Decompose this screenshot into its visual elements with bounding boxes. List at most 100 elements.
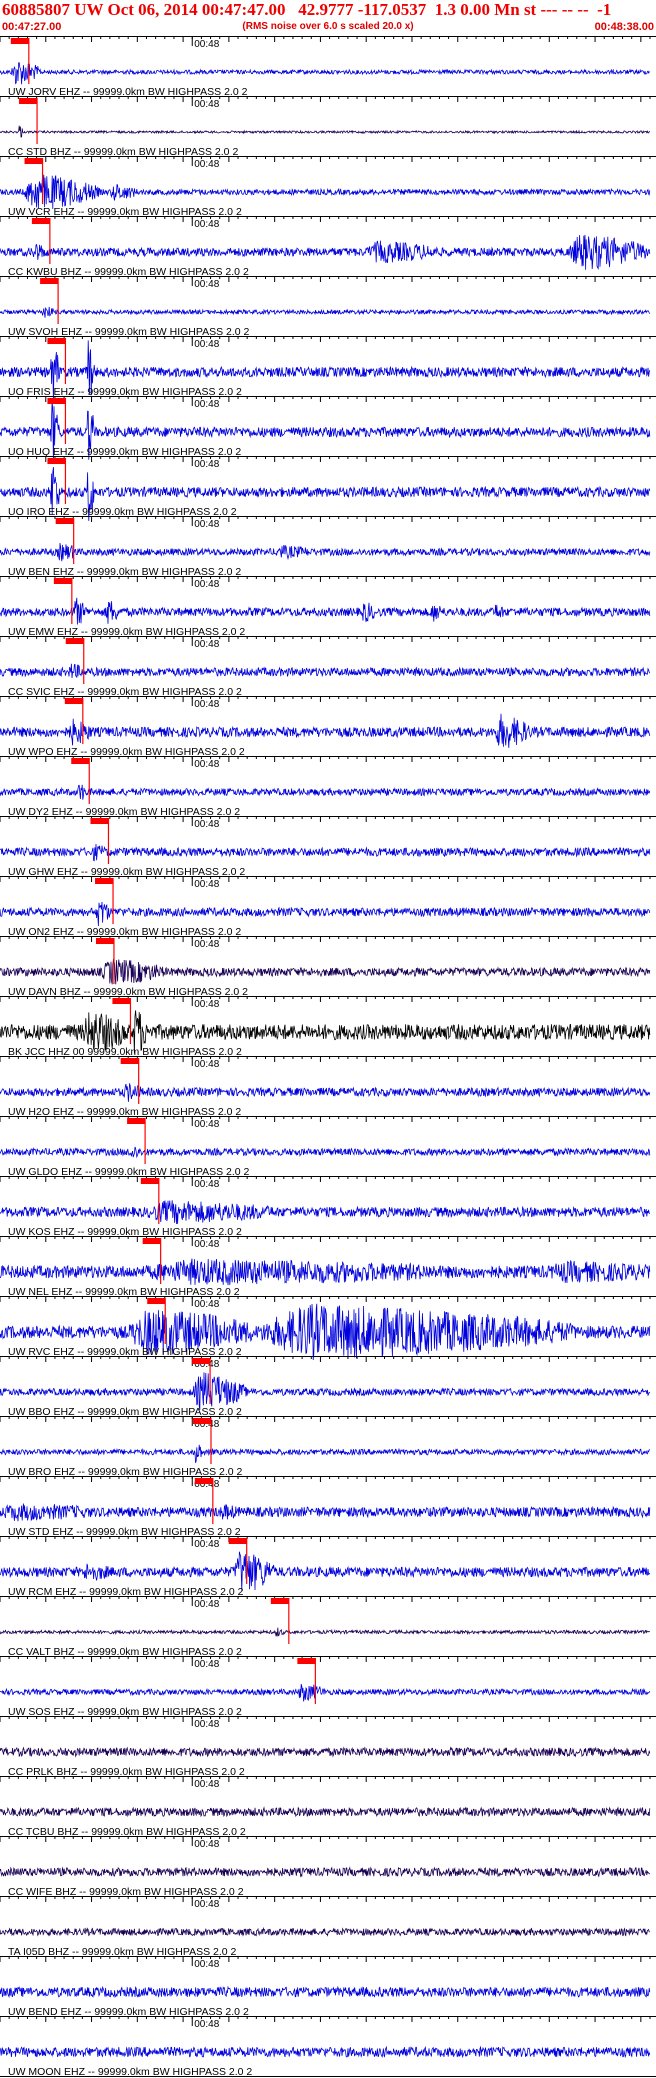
waveform-trace <box>0 2045 651 2059</box>
pick-flag <box>47 458 66 464</box>
channel-panel: 00:48TA I05D BHZ -- 99999.0km BW HIGHPAS… <box>0 1896 656 1958</box>
pick-flag <box>19 98 38 104</box>
channel-panel: 00:48UW KOS EHZ -- 99999.0km BW HIGHPASS… <box>0 1176 656 1238</box>
time-tick-label: 00:48 <box>194 159 219 170</box>
channel-panel: 00:48UW NEL EHZ -- 99999.0km BW HIGHPASS… <box>0 1236 656 1298</box>
time-tick-label: 00:48 <box>194 39 219 50</box>
waveform-trace <box>0 843 651 862</box>
time-tick-label: 00:48 <box>194 219 219 230</box>
channel-panel: 00:48CC KWBU BHZ -- 99999.0km BW HIGHPAS… <box>0 216 656 278</box>
pick-flag <box>95 878 114 884</box>
pick-flag <box>47 338 66 344</box>
waveform-trace <box>0 62 651 85</box>
pick-flag <box>270 1598 289 1604</box>
time-tick-label: 00:48 <box>194 279 219 290</box>
channel-panel: 00:48UW JORV EHZ -- 99999.0km BW HIGHPAS… <box>0 36 656 98</box>
time-tick-label: 00:48 <box>194 759 219 770</box>
scaling-note: (RMS noise over 6.0 s scaled 20.0 x) <box>242 21 414 32</box>
pick-flag <box>65 638 84 644</box>
time-tick-label: 00:48 <box>194 1599 219 1610</box>
end-time: 00:48:38.00 <box>594 21 654 33</box>
channel-panel: 00:48CC STD BHZ -- 99999.0km BW HIGHPASS… <box>0 96 656 158</box>
waveform-trace <box>0 234 651 270</box>
pick-flag <box>193 1418 211 1424</box>
channel-panel: 00:48UW DY2 EHZ -- 99999.0km BW HIGHPASS… <box>0 756 656 818</box>
pick-flag <box>297 1658 316 1664</box>
waveform-trace <box>0 1683 651 1702</box>
event-title: 60885807 UW Oct 06, 2014 00:47:47.00 42.… <box>2 0 612 19</box>
pick-flag <box>64 698 83 704</box>
channel-panel: 00:48UW BRO EHZ -- 99999.0km BW HIGHPASS… <box>0 1416 656 1478</box>
waveform-trace <box>0 542 651 562</box>
time-tick-label: 00:48 <box>194 699 219 710</box>
pick-flag <box>112 998 131 1004</box>
time-tick-label: 00:48 <box>194 1059 219 1070</box>
waveform-trace <box>0 784 651 800</box>
pick-flag <box>120 1058 139 1064</box>
channel-panel: 00:48UW WPO EHZ -- 99999.0km BW HIGHPASS… <box>0 696 656 758</box>
pick-flag <box>192 1358 211 1364</box>
waveform-trace <box>0 1372 651 1411</box>
pick-flag <box>24 158 43 164</box>
time-tick-label: 00:48 <box>194 339 219 350</box>
seismogram-plot: 00:48UW JORV EHZ -- 99999.0km BW HIGHPAS… <box>0 36 656 2078</box>
waveform-trace <box>0 597 651 625</box>
waveform-trace <box>0 1746 651 1758</box>
time-tick-label: 00:48 <box>194 939 219 950</box>
waveform-trace <box>0 1926 650 1937</box>
channel-panel: 00:48UW SVOH EHZ -- 99999.0km BW HIGHPAS… <box>0 276 656 338</box>
pick-flag <box>53 578 72 584</box>
time-tick-label: 00:48 <box>194 1239 219 1250</box>
channel-panel: 00:48CC TCBU BHZ -- 99999.0km BW HIGHPAS… <box>0 1776 656 1838</box>
waveform-trace <box>0 1627 650 1637</box>
time-tick-label: 00:48 <box>194 519 219 530</box>
time-tick-label: 00:48 <box>194 1719 219 1730</box>
pick-flag <box>95 938 114 944</box>
time-tick-label: 00:48 <box>194 1959 219 1970</box>
channel-panel: 00:48UW MOON EHZ -- 99999.0km BW HIGHPAS… <box>0 2016 656 2078</box>
channel-panel: 00:48UO HUQ EHZ -- 99999.0km BW HIGHPASS… <box>0 396 656 464</box>
channel-panel: 00:48UW H2O EHZ -- 99999.0km BW HIGHPASS… <box>0 1056 656 1118</box>
pick-flag <box>194 1478 213 1484</box>
time-tick-label: 00:48 <box>194 459 219 470</box>
pick-flag <box>40 278 59 284</box>
pick-flag <box>10 38 29 44</box>
time-tick-label: 00:48 <box>194 1839 219 1850</box>
waveform-trace <box>0 1503 651 1522</box>
pick-flag <box>228 1538 247 1544</box>
waveform-trace <box>0 1146 651 1159</box>
channel-panel: 00:48UW EMW EHZ -- 99999.0km BW HIGHPASS… <box>0 576 656 638</box>
time-tick-label: 00:48 <box>194 1659 219 1670</box>
waveform-trace <box>0 306 651 318</box>
channel-panel: 00:48UW ON2 EHZ -- 99999.0km BW HIGHPASS… <box>0 876 656 938</box>
pick-flag <box>90 818 109 824</box>
time-tick-label: 00:48 <box>194 1179 219 1190</box>
waveform-trace <box>0 1083 651 1102</box>
pick-flag <box>147 1298 166 1304</box>
waveform-trace <box>0 1444 651 1464</box>
waveform-trace <box>0 663 651 679</box>
time-tick-label: 00:48 <box>194 999 219 1010</box>
channel-panel: 00:48UW RVC EHZ -- 99999.0km BW HIGHPASS… <box>0 1296 656 1361</box>
channel-panel: 00:48UW GHW EHZ -- 99999.0km BW HIGHPASS… <box>0 816 656 878</box>
waveform-trace <box>0 713 651 748</box>
pick-flag <box>55 518 74 524</box>
time-tick-label: 00:48 <box>194 399 219 410</box>
time-tick-label: 00:48 <box>194 579 219 590</box>
time-tick-label: 00:48 <box>194 2019 219 2030</box>
channel-panel: 00:48UW BEN EHZ -- 99999.0km BW HIGHPASS… <box>0 516 656 578</box>
channel-panel: 00:48CC SVIC EHZ -- 99999.0km BW HIGHPAS… <box>0 636 656 698</box>
channel-panel: 00:48CC VALT BHZ -- 99999.0km BW HIGHPAS… <box>0 1596 656 1658</box>
waveform-trace <box>0 1551 651 1591</box>
time-tick-label: 00:48 <box>194 1539 219 1550</box>
channel-panel: 00:48UW BBO EHZ -- 99999.0km BW HIGHPASS… <box>0 1356 656 1418</box>
channel-panel: 00:48UW VCR EHZ -- 99999.0km BW HIGHPASS… <box>0 156 656 218</box>
pick-flag <box>31 218 50 224</box>
waveform-trace <box>0 1258 651 1286</box>
waveform-trace <box>0 958 651 985</box>
time-tick-label: 00:48 <box>194 99 219 110</box>
time-tick-label: 00:48 <box>194 1899 219 1910</box>
time-tick-label: 00:48 <box>194 639 219 650</box>
channel-panel: 00:48UW DAVN BHZ -- 99999.0km BW HIGHPAS… <box>0 936 656 998</box>
channel-panel: 00:48UW GLDO EHZ -- 99999.0km BW HIGHPAS… <box>0 1116 656 1178</box>
